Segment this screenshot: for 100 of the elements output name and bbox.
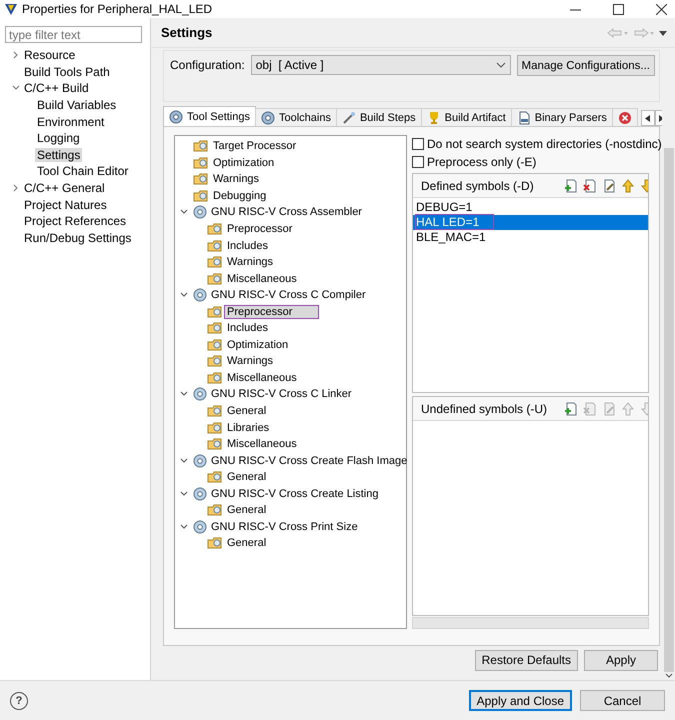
folder-icon: [207, 370, 223, 385]
tree-item[interactable]: Preprocessor: [225, 306, 318, 318]
folder-icon: [207, 404, 223, 418]
tree-item[interactable]: Includes: [225, 322, 270, 334]
tree-item[interactable]: GNU RISC-V Cross Create Listing: [209, 488, 380, 500]
folder-icon: [207, 470, 223, 484]
tree-item[interactable]: Warnings: [225, 355, 276, 368]
scroll-left-button[interactable]: [640, 110, 655, 126]
tree-item[interactable]: Libraries: [225, 422, 272, 434]
tree-item[interactable]: Debugging: [211, 190, 268, 202]
menu-icon[interactable]: [659, 30, 667, 36]
tree-item[interactable]: General: [225, 504, 268, 516]
tree-item[interactable]: GNU RISC-V Cross Assembler: [209, 206, 364, 218]
tab[interactable]: Build Steps: [336, 108, 422, 126]
chevron-down-icon[interactable]: [180, 490, 188, 498]
panel-button[interactable]: Apply: [584, 650, 658, 670]
sidebar-item[interactable]: C/C++ General: [22, 181, 107, 196]
folder-icon: [193, 188, 209, 203]
folder-icon: [193, 172, 209, 186]
tree-item[interactable]: GNU RISC-V Cross C Linker: [209, 388, 354, 400]
wand-icon: [342, 110, 356, 124]
panel-title: Defined symbols (-D): [421, 178, 535, 192]
sidebar-item[interactable]: Project Natures: [22, 198, 109, 212]
chevron-down-icon: [496, 62, 506, 68]
tab[interactable]: Tool Settings: [163, 106, 256, 126]
tree-item[interactable]: General: [225, 537, 268, 550]
add-icon[interactable]: [564, 402, 578, 416]
app-logo-icon: [4, 2, 18, 16]
tab[interactable]: Build Artifact: [420, 108, 512, 126]
sidebar-item[interactable]: C/C++ Build: [22, 81, 91, 96]
help-button[interactable]: ?: [10, 692, 28, 710]
tree-item[interactable]: Warnings: [211, 173, 262, 186]
checkbox-label[interactable]: Preprocess only (-E): [427, 155, 536, 169]
tree-item[interactable]: Preprocessor: [225, 223, 294, 235]
checkbox[interactable]: [412, 138, 424, 150]
chevron-down-icon[interactable]: [180, 456, 188, 465]
tree-item[interactable]: Optimization: [225, 338, 290, 351]
chevron-right-icon[interactable]: [12, 51, 20, 60]
tree-item[interactable]: Miscellaneous: [225, 438, 299, 450]
tree-item[interactable]: General: [225, 405, 268, 418]
tree-item[interactable]: General: [225, 471, 268, 484]
manage-configurations-button[interactable]: Manage Configurations...: [516, 55, 655, 76]
panel-button[interactable]: Restore Defaults: [474, 650, 578, 670]
folder-icon: [193, 156, 209, 170]
sidebar-item[interactable]: Logging: [35, 131, 82, 146]
folder-icon: [207, 272, 223, 286]
gear-icon: [193, 454, 207, 468]
tree-item[interactable]: Includes: [225, 240, 270, 252]
tab[interactable]: Toolchains: [254, 108, 337, 126]
tab[interactable]: [612, 108, 638, 126]
dialog-button[interactable]: Apply and Close: [468, 690, 572, 711]
sidebar-item[interactable]: Project References: [22, 214, 128, 228]
tree-item[interactable]: Miscellaneous: [225, 272, 299, 285]
tree-item[interactable]: Warnings: [225, 256, 276, 268]
symbol-entry[interactable]: DEBUG=1: [413, 200, 648, 215]
checkbox[interactable]: [412, 156, 424, 168]
tree-item[interactable]: GNU RISC-V Cross Print Size: [209, 520, 360, 533]
sidebar-item[interactable]: Settings: [35, 148, 82, 162]
error-icon: [618, 110, 632, 124]
close-icon[interactable]: [656, 4, 667, 14]
page-title: Settings: [161, 25, 214, 40]
configuration-label: Configuration:: [170, 57, 245, 74]
folder-icon: [207, 304, 223, 319]
horizontal-scrollbar[interactable]: [412, 617, 649, 629]
up-arrow-icon[interactable]: [621, 178, 635, 192]
tree-item[interactable]: GNU RISC-V Cross C Compiler: [209, 289, 368, 302]
sidebar-item[interactable]: Run/Debug Settings: [22, 230, 134, 245]
tree-item[interactable]: GNU RISC-V Cross Create Flash Image: [209, 454, 410, 467]
edit-icon[interactable]: [602, 178, 616, 192]
folder-icon: [207, 338, 223, 352]
sidebar-item[interactable]: Build Tools Path: [22, 64, 112, 79]
maximize-icon[interactable]: [613, 4, 624, 14]
gear-icon: [193, 387, 207, 402]
add-icon[interactable]: [564, 178, 578, 192]
checkbox-label[interactable]: Do not search system directories (-nostdinc): [427, 137, 662, 151]
tree-item[interactable]: Target Processor: [211, 140, 298, 152]
delete-icon[interactable]: [583, 178, 597, 192]
chevron-right-icon[interactable]: [12, 184, 20, 192]
chevron-down-icon[interactable]: [180, 390, 188, 398]
folder-icon: [207, 503, 223, 518]
sidebar-item[interactable]: Environment: [35, 114, 106, 129]
chevron-down-icon[interactable]: [12, 84, 20, 92]
tree-item[interactable]: Optimization: [211, 156, 276, 169]
symbol-entry[interactable]: HAL LED=1: [413, 215, 648, 230]
chevron-down-icon[interactable]: [180, 522, 188, 531]
tree-item[interactable]: Miscellaneous: [225, 372, 299, 384]
chevron-down-icon[interactable]: [180, 291, 188, 300]
sidebar-item[interactable]: Resource: [22, 48, 78, 62]
filter-field[interactable]: type filter text: [5, 26, 142, 43]
folder-icon: [207, 222, 223, 236]
dialog-button[interactable]: Cancel: [580, 690, 665, 711]
sidebar-item[interactable]: Tool Chain Editor: [35, 164, 130, 178]
tab[interactable]: Binary Parsers: [510, 108, 613, 126]
window-title: Properties for Peripheral_HAL_LED: [22, 2, 214, 16]
chevron-down-icon[interactable]: [180, 208, 188, 216]
gear-icon: [193, 486, 207, 501]
sidebar-item[interactable]: Build Variables: [35, 98, 118, 112]
symbol-entry[interactable]: BLE_MAC=1: [413, 230, 648, 245]
configuration-dropdown[interactable]: obj [ Active ]: [250, 55, 510, 75]
chevron-down-icon[interactable]: [664, 672, 672, 680]
